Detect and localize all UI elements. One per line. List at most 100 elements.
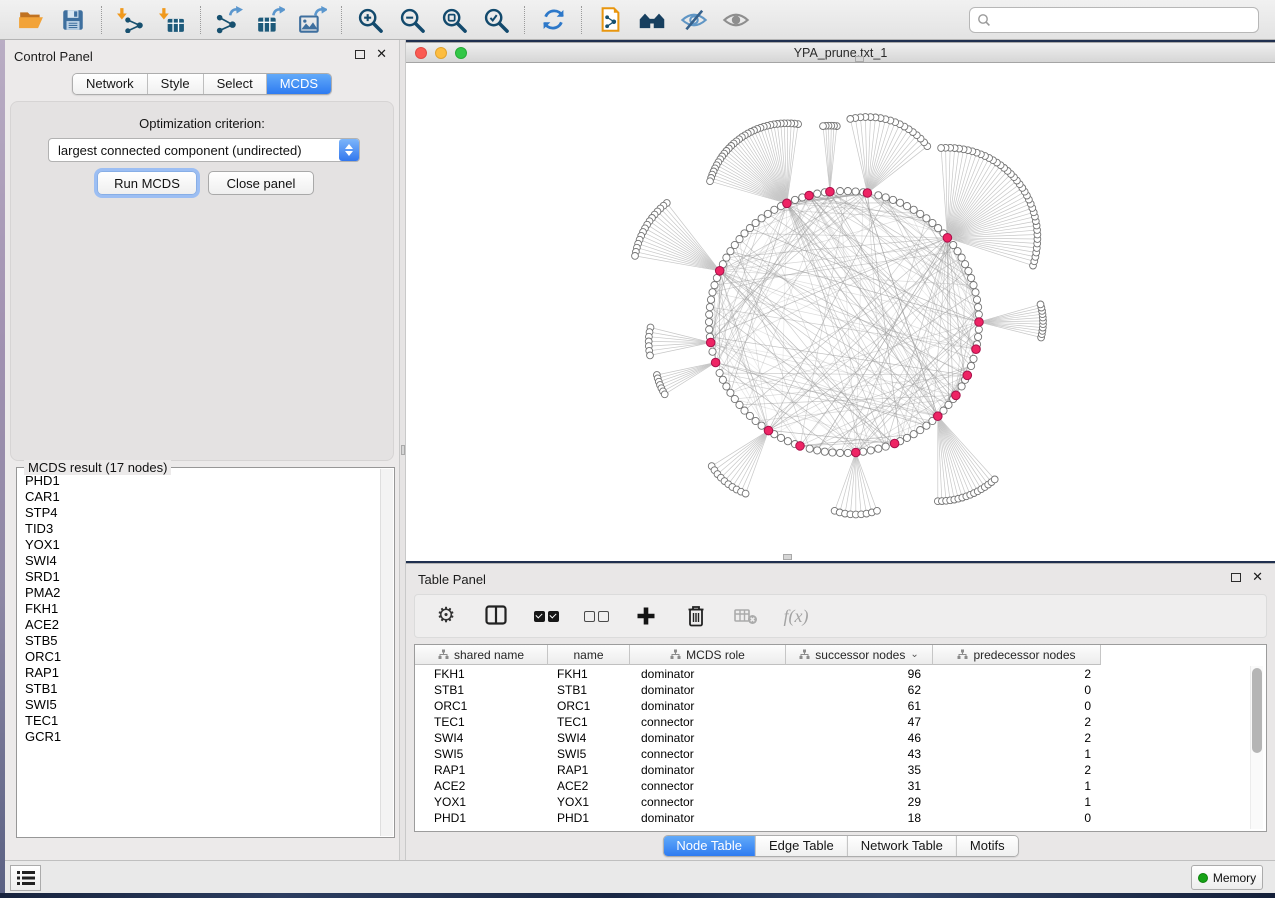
select-all-icon[interactable]	[533, 603, 559, 629]
delete-column-trash-icon[interactable]	[683, 603, 709, 629]
tab-network[interactable]: Network	[73, 74, 148, 94]
zoom-in-icon[interactable]	[355, 5, 385, 35]
network-canvas[interactable]	[406, 63, 1275, 561]
float-panel-icon[interactable]	[1231, 573, 1241, 582]
table-cell: STB1	[415, 682, 548, 698]
table-scrollbar-thumb[interactable]	[1252, 668, 1262, 753]
splitter-grip[interactable]	[855, 56, 864, 62]
mcds-result-item[interactable]: CAR1	[25, 489, 378, 505]
zoom-fit-icon[interactable]	[439, 5, 469, 35]
table-cell: 0	[933, 682, 1101, 698]
import-table-icon[interactable]	[157, 5, 187, 35]
mcds-result-item[interactable]: ACE2	[25, 617, 378, 633]
table-cell: ACE2	[548, 778, 630, 794]
table-cell: RAP1	[415, 762, 548, 778]
close-panel-button[interactable]: Close panel	[208, 171, 314, 195]
mcds-result-item[interactable]: SWI5	[25, 697, 378, 713]
add-column-plus-icon[interactable]	[633, 603, 659, 629]
mcds-result-item[interactable]: TEC1	[25, 713, 378, 729]
mcds-result-item[interactable]: STB1	[25, 681, 378, 697]
hide-selected-eye-slash-icon[interactable]	[679, 5, 709, 35]
show-all-eye-icon[interactable]	[721, 5, 751, 35]
network-window-titlebar[interactable]: YPA_prune.txt_1	[406, 43, 1275, 63]
mcds-result-item[interactable]: RAP1	[25, 665, 378, 681]
column-header-shared-name[interactable]: shared name	[415, 645, 548, 665]
tab-motifs[interactable]: Motifs	[957, 836, 1018, 856]
splitter-grip[interactable]	[783, 554, 792, 560]
panel-splitter-vertical[interactable]	[399, 40, 406, 860]
table-row[interactable]: PHD1PHD1dominator180	[415, 810, 1101, 826]
table-row[interactable]: YOX1YOX1connector291	[415, 794, 1101, 810]
column-type-icon	[799, 649, 810, 660]
column-header-successor-nodes[interactable]: successor nodes ⌄	[786, 645, 933, 665]
optimization-criterion-select[interactable]: largest connected component (undirected)	[48, 138, 360, 162]
task-history-button[interactable]	[10, 865, 41, 891]
table-cell: 96	[786, 666, 933, 682]
splitter-grip[interactable]	[401, 445, 405, 455]
tab-mcds[interactable]: MCDS	[267, 74, 331, 94]
table-cell: SWI5	[548, 746, 630, 762]
search-neighbors-icon[interactable]	[637, 5, 667, 35]
show-columns-icon[interactable]	[483, 603, 509, 629]
mcds-result-item[interactable]: SRD1	[25, 569, 378, 585]
table-cell: PHD1	[548, 810, 630, 826]
mcds-result-item[interactable]: STP4	[25, 505, 378, 521]
mcds-result-item[interactable]: GCR1	[25, 729, 378, 745]
mcds-result-item[interactable]: PHD1	[25, 473, 378, 489]
memory-button[interactable]: Memory	[1191, 865, 1263, 890]
mcds-result-item[interactable]: YOX1	[25, 537, 378, 553]
refresh-layout-icon[interactable]	[538, 5, 568, 35]
export-table-icon[interactable]	[256, 5, 286, 35]
network-search-box[interactable]	[969, 7, 1259, 33]
float-panel-icon[interactable]	[355, 50, 365, 59]
close-panel-icon[interactable]: ✕	[376, 49, 387, 59]
mcds-result-item[interactable]: FKH1	[25, 601, 378, 617]
mcds-result-scrollbar[interactable]	[380, 469, 393, 836]
table-row[interactable]: RAP1RAP1dominator352	[415, 762, 1101, 778]
table-row[interactable]: TEC1TEC1connector472	[415, 714, 1101, 730]
network-from-file-icon[interactable]	[595, 5, 625, 35]
tab-select[interactable]: Select	[204, 74, 267, 94]
table-cell: dominator	[630, 810, 786, 826]
zoom-selected-icon[interactable]	[481, 5, 511, 35]
mcds-result-list[interactable]: PHD1CAR1STP4TID3YOX1SWI4SRD1PMA2FKH1ACE2…	[25, 473, 378, 834]
table-row[interactable]: SWI5SWI5connector431	[415, 746, 1101, 762]
deselect-all-icon[interactable]	[583, 603, 609, 629]
column-header-name[interactable]: name	[548, 645, 630, 665]
open-file-icon[interactable]	[16, 5, 46, 35]
mcds-result-item[interactable]: STB5	[25, 633, 378, 649]
close-panel-icon[interactable]: ✕	[1252, 572, 1263, 582]
tab-edge-table[interactable]: Edge Table	[756, 836, 848, 856]
table-row[interactable]: ORC1ORC1dominator610	[415, 698, 1101, 714]
save-session-icon[interactable]	[58, 5, 88, 35]
tab-network-table[interactable]: Network Table	[848, 836, 957, 856]
export-image-icon[interactable]	[298, 5, 328, 35]
zoom-out-icon[interactable]	[397, 5, 427, 35]
import-network-icon[interactable]	[115, 5, 145, 35]
mcds-result-item[interactable]: SWI4	[25, 553, 378, 569]
table-settings-gear-icon[interactable]: ⚙	[433, 603, 459, 629]
export-network-icon[interactable]	[214, 5, 244, 35]
column-header-mcds-role[interactable]: MCDS role	[630, 645, 786, 665]
table-cell: connector	[630, 794, 786, 810]
mcds-result-item[interactable]: TID3	[25, 521, 378, 537]
table-scrollbar[interactable]	[1250, 666, 1263, 829]
table-row[interactable]: SWI4SWI4dominator462	[415, 730, 1101, 746]
column-header-predecessor-nodes[interactable]: predecessor nodes	[933, 645, 1101, 665]
table-cell: connector	[630, 778, 786, 794]
table-cell: 31	[786, 778, 933, 794]
search-input[interactable]	[996, 13, 1251, 27]
function-builder-icon[interactable]: f(x)	[783, 603, 809, 629]
mcds-result-item[interactable]: PMA2	[25, 585, 378, 601]
tab-style[interactable]: Style	[148, 74, 204, 94]
table-row[interactable]: FKH1FKH1dominator962	[415, 666, 1101, 682]
table-cell: 47	[786, 714, 933, 730]
delete-table-icon[interactable]	[733, 603, 759, 629]
table-row[interactable]: ACE2ACE2connector311	[415, 778, 1101, 794]
select-stepper-icon	[339, 139, 359, 161]
mcds-result-item[interactable]: ORC1	[25, 649, 378, 665]
tab-node-table[interactable]: Node Table	[663, 836, 756, 856]
table-cell: dominator	[630, 730, 786, 746]
table-row[interactable]: STB1STB1dominator620	[415, 682, 1101, 698]
run-mcds-button[interactable]: Run MCDS	[97, 171, 197, 195]
